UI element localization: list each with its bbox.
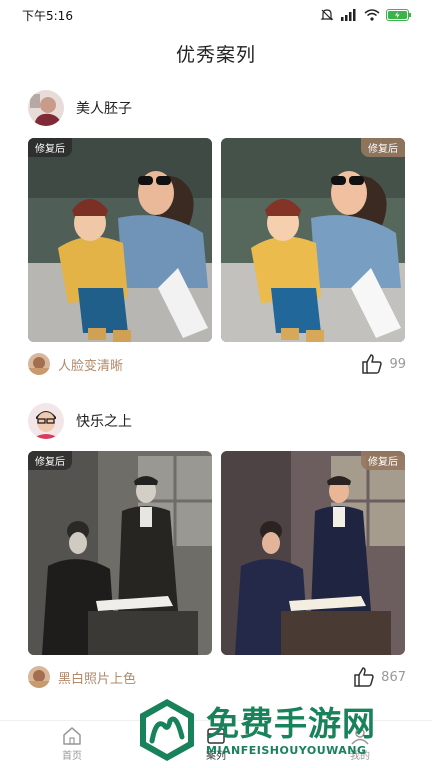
photo-comparison: 修复后 修复后 [28,138,406,342]
status-icons [320,8,412,22]
signal-icon [341,9,356,21]
case-header: 美人胚子 [28,90,406,126]
effect-label: 人脸变清晰 [58,358,124,374]
before-tag: 修复后 [28,138,72,157]
case-footer: 人脸变清晰 99 [28,352,406,376]
case-card[interactable]: 美人胚子 修复后 修复后 人脸变清晰 99 [28,90,406,376]
after-tag: 修复后 [361,451,405,470]
like-count: 99 [389,356,406,372]
status-time: 下午5:16 [22,8,73,23]
avatar[interactable] [28,403,64,439]
tab-home-label: 首页 [62,751,82,762]
battery-icon [386,9,411,21]
like-button[interactable]: 99 [361,354,406,374]
case-header: 快乐之上 [28,403,406,439]
after-tag: 修复后 [361,138,405,157]
watermark-title: 免费手游网 [206,703,376,743]
case-footer: 黑白照片上色 867 [28,665,406,689]
watermark-logo-icon [140,699,194,761]
before-photo[interactable]: 修复后 [28,451,212,655]
thumbs-up-icon [362,354,383,374]
photo-comparison: 修复后 修复后 [28,451,406,655]
watermark: 免费手游网 MIANFEISHOUYOUWANG [134,694,432,766]
effect-thumbnail [28,353,50,375]
effect-label: 黑白照片上色 [58,671,137,687]
like-count: 867 [381,669,406,685]
home-icon [63,727,81,745]
after-photo[interactable]: 修复后 [221,451,405,655]
watermark-subtitle: MIANFEISHOUYOUWANG [206,743,367,757]
wifi-icon [364,9,380,21]
like-button[interactable]: 867 [353,667,406,687]
case-username: 美人胚子 [76,101,132,117]
case-card[interactable]: 快乐之上 修复后 修复后 黑白照片上色 867 [28,403,406,689]
mute-icon [320,9,334,21]
before-tag: 修复后 [28,451,72,470]
effect-thumbnail [28,666,50,688]
avatar[interactable] [28,90,64,126]
tab-home[interactable]: 首页 [32,727,112,762]
status-bar: 下午5:16 [0,0,432,30]
case-username: 快乐之上 [76,414,132,430]
thumbs-up-icon [354,667,374,687]
before-photo[interactable]: 修复后 [28,138,212,342]
after-photo[interactable]: 修复后 [221,138,405,342]
page-title: 优秀案列 [175,44,256,66]
